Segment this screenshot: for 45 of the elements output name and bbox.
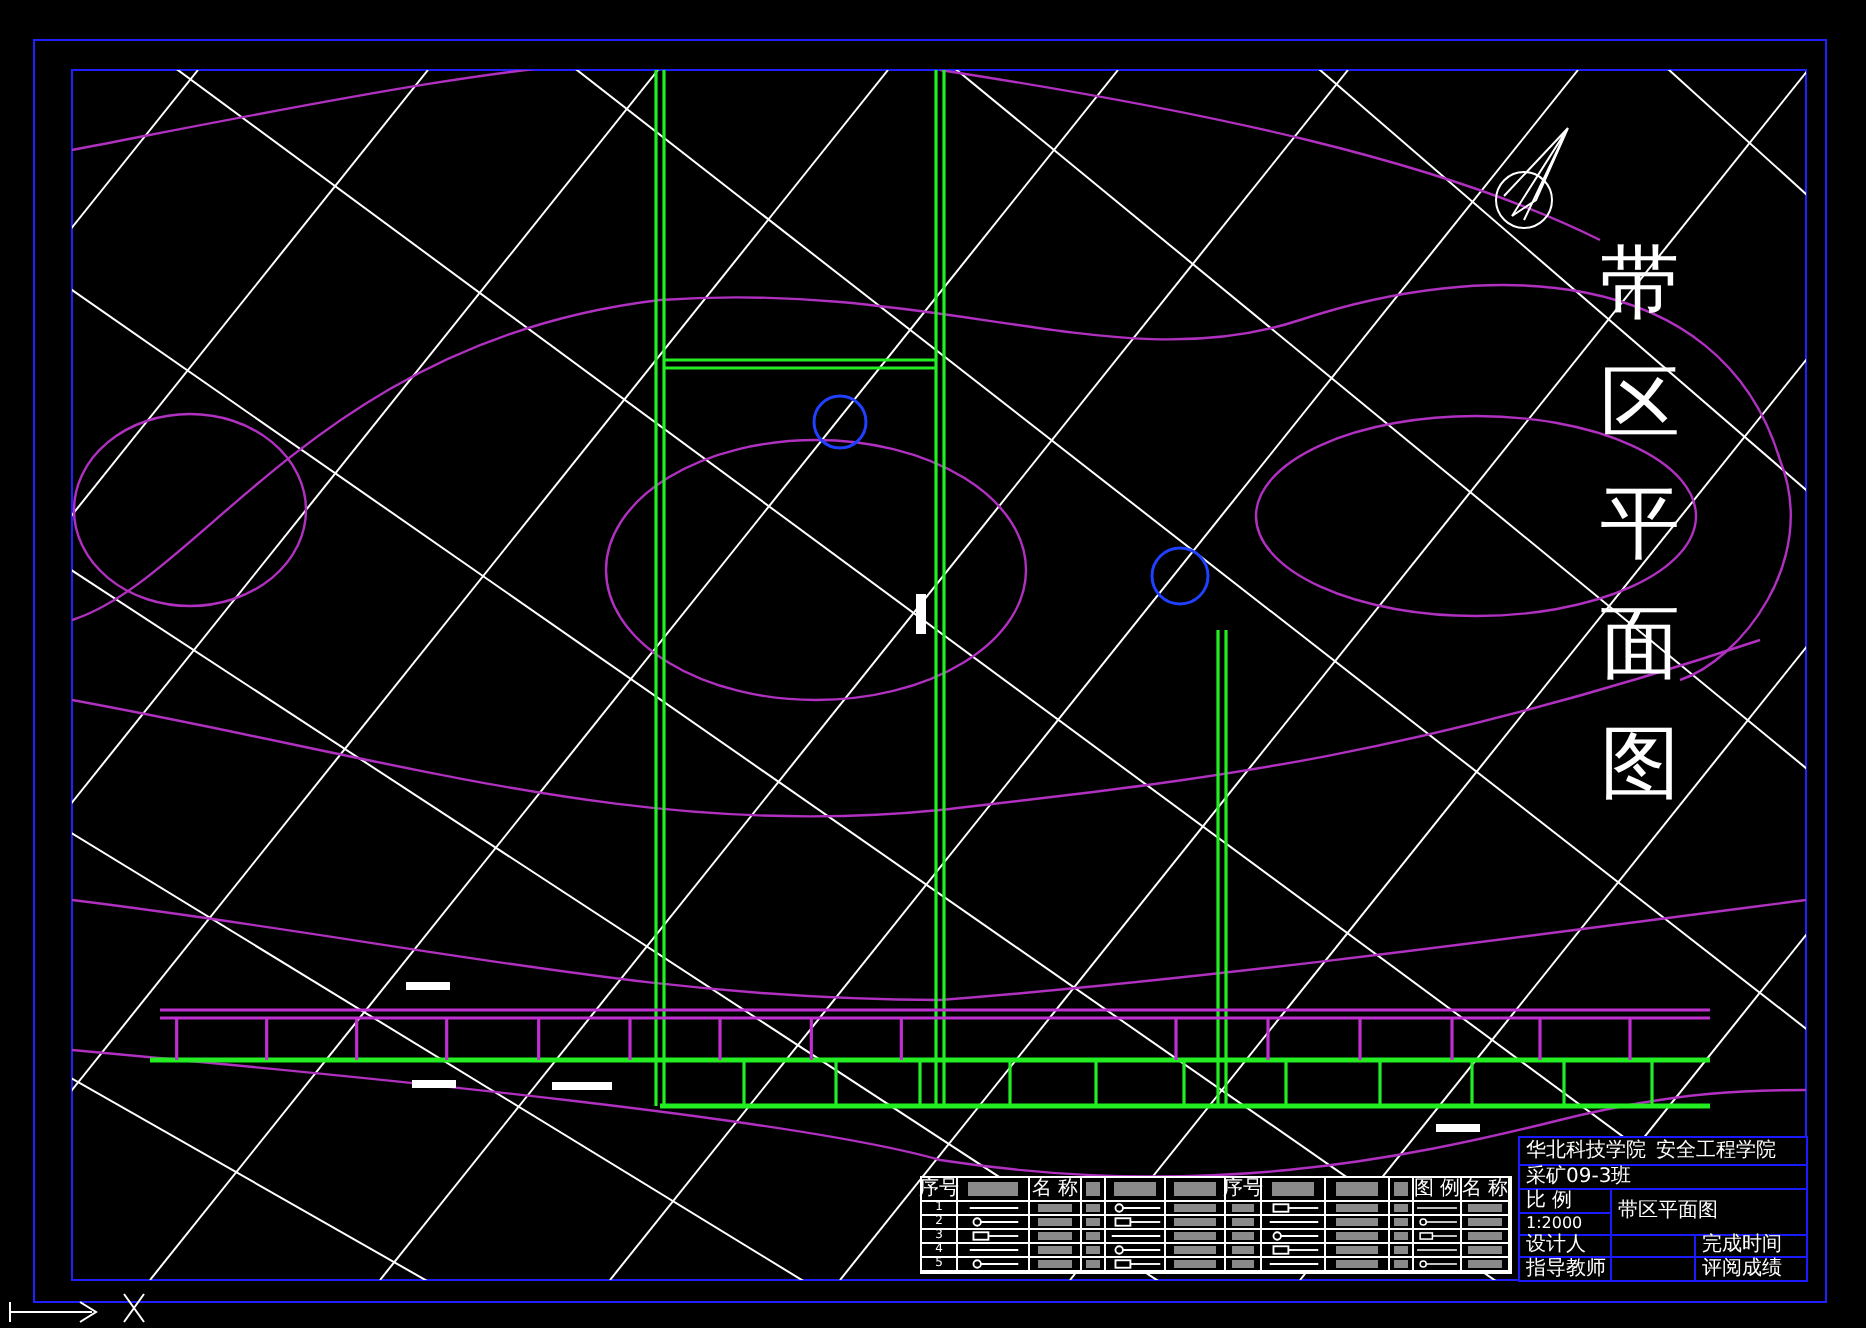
compass-icon — [1495, 127, 1569, 229]
redacted-block — [1468, 1259, 1502, 1269]
redacted-block — [1468, 1217, 1502, 1227]
designer-label: 设计人 — [1526, 1236, 1586, 1256]
redacted-block — [1231, 1245, 1255, 1255]
redacted-block — [1037, 1203, 1073, 1213]
redacted-block — [1174, 1181, 1216, 1197]
legend-header: 图 例 — [1413, 1179, 1461, 1199]
redacted-block — [1271, 1181, 1315, 1197]
redacted-block — [1037, 1217, 1073, 1227]
legend-header: 名 称 — [1461, 1179, 1509, 1199]
redacted-block — [1174, 1259, 1216, 1269]
redacted-block — [1335, 1203, 1379, 1213]
redacted-block — [1468, 1203, 1502, 1213]
class-name: 采矿09-3班 — [1526, 1167, 1632, 1187]
grade-label: 评阅成绩 — [1702, 1259, 1782, 1279]
redacted-block — [1037, 1245, 1073, 1255]
redacted-block — [1174, 1245, 1216, 1255]
date-label: 完成时间 — [1702, 1236, 1782, 1256]
ucs-icon — [9, 1293, 145, 1323]
scale-label: 比 例 — [1526, 1191, 1573, 1211]
redacted-block — [1231, 1203, 1255, 1213]
redacted-block — [1335, 1217, 1379, 1227]
redacted-block — [1231, 1217, 1255, 1227]
redacted-block — [1468, 1231, 1502, 1241]
redacted-block — [1174, 1231, 1216, 1241]
redacted-block — [1335, 1259, 1379, 1269]
redacted-block — [1037, 1231, 1073, 1241]
redacted-block — [1174, 1217, 1216, 1227]
redacted-block — [1174, 1203, 1216, 1213]
redacted-block — [1114, 1181, 1156, 1197]
redacted-block — [1335, 1245, 1379, 1255]
redacted-block — [1335, 1231, 1379, 1241]
redacted-block — [1231, 1231, 1255, 1241]
department-name: 安全工程学院 — [1656, 1141, 1776, 1161]
school-name: 华北科技学院 — [1526, 1141, 1646, 1161]
scale-value: 1:2000 — [1526, 1216, 1583, 1232]
redacted-block — [1231, 1259, 1255, 1269]
legend-header: 名 称 — [1031, 1179, 1079, 1199]
redacted-block — [1335, 1181, 1379, 1197]
redacted-block — [1468, 1245, 1502, 1255]
drawing-name: 带区平面图 — [1618, 1202, 1718, 1222]
advisor-label: 指导教师 — [1526, 1259, 1606, 1279]
redacted-block — [968, 1181, 1018, 1197]
redacted-block — [1037, 1259, 1073, 1269]
